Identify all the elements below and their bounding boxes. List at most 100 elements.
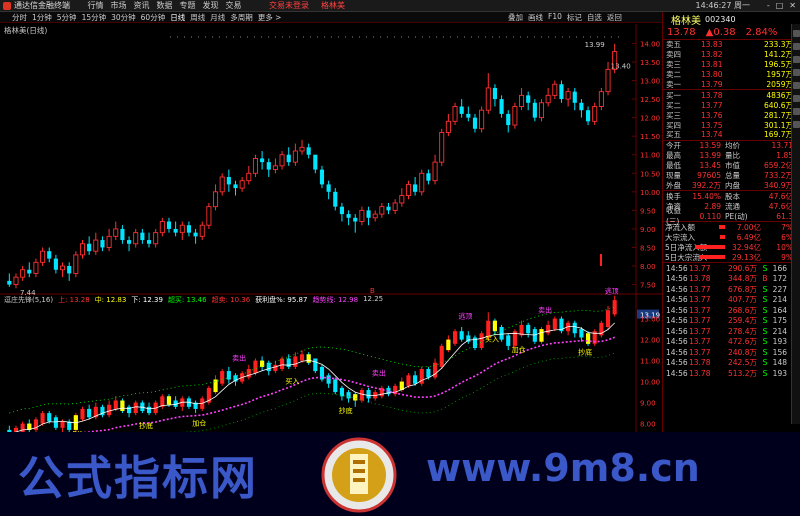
- period-tab[interactable]: 15分钟: [82, 12, 107, 23]
- ind-candle-body: [266, 362, 271, 372]
- candle-body: [179, 224, 185, 234]
- candle-body: [292, 150, 298, 163]
- side-button[interactable]: [792, 121, 800, 128]
- tick-side: S: [762, 368, 768, 378]
- tick-side: S: [762, 263, 768, 273]
- tick-price: 13.77: [689, 347, 711, 357]
- candle-body: [87, 243, 92, 252]
- menu-item-trade[interactable]: 交易: [222, 0, 245, 11]
- tick-row[interactable]: 14:56 13.77 472.6万 S 193: [663, 337, 800, 348]
- tick-row[interactable]: 14:56 13.77 268.6万 S 164: [663, 305, 800, 316]
- period-tab[interactable]: 30分钟: [111, 12, 136, 23]
- menu-item-market[interactable]: 市场: [107, 0, 130, 11]
- candle-body: [572, 91, 577, 103]
- tick-count: 148: [772, 358, 787, 368]
- period-tab[interactable]: 更多 >: [258, 12, 282, 23]
- flow-bar: [695, 245, 725, 250]
- indicator-item: 下: 12.39: [131, 296, 163, 304]
- period-tab[interactable]: 分时: [12, 12, 27, 23]
- maximize-icon[interactable]: □: [776, 1, 784, 10]
- period-tab[interactable]: 5分钟: [57, 12, 77, 23]
- candle-body: [452, 106, 458, 122]
- side-button[interactable]: [792, 56, 800, 63]
- clock: 14:46:27 周一: [695, 1, 750, 10]
- trade-login-notice[interactable]: 交易未登录: [269, 0, 309, 11]
- tick-price: 13.77: [689, 316, 711, 326]
- menu-item-quotes[interactable]: 行情: [84, 0, 107, 11]
- tick-list[interactable]: 14:56 13.77 290.6万 S 166 14:56 13.78 344.8万 B 172…: [663, 263, 800, 379]
- candle-body: [266, 162, 271, 170]
- side-button[interactable]: [792, 82, 800, 89]
- tick-price: 13.77: [689, 326, 711, 336]
- ind-candle-body: [87, 408, 92, 418]
- tick-volume: 344.8万: [728, 274, 757, 284]
- period-tab[interactable]: 60分钟: [141, 12, 166, 23]
- side-button[interactable]: [792, 69, 800, 76]
- candle-body: [439, 132, 445, 163]
- menu-item-topics[interactable]: 专题: [176, 0, 199, 11]
- tool-button[interactable]: 叠加: [508, 12, 523, 23]
- tick-row[interactable]: 14:56 13.77 407.7万 S 214: [663, 295, 800, 306]
- tick-row[interactable]: 14:56 13.78 513.2万 S 193: [663, 368, 800, 379]
- candle-body: [173, 228, 178, 233]
- side-button[interactable]: [792, 95, 800, 102]
- tick-side: S: [762, 358, 768, 368]
- main-menu: 行情 市场 资讯 数据 专题 发现 交易: [84, 0, 245, 11]
- candle-body: [199, 224, 205, 237]
- ind-candle-body: [113, 400, 118, 409]
- period-tab[interactable]: 1分钟: [32, 12, 52, 23]
- tick-row[interactable]: 14:56 13.77 259.4万 S 175: [663, 316, 800, 327]
- candle-body: [459, 106, 464, 114]
- side-button[interactable]: [792, 30, 800, 37]
- candle-body: [67, 266, 72, 274]
- bid-label: 买五: [666, 130, 681, 140]
- period-tab[interactable]: 周线: [190, 12, 205, 23]
- y-tick-label: 13.50: [640, 59, 660, 67]
- candle-body: [579, 102, 584, 111]
- tick-row[interactable]: 14:56 13.77 676.8万 S 227: [663, 284, 800, 295]
- candle-body: [93, 239, 99, 252]
- ind-candle-body: [226, 371, 231, 380]
- tool-button[interactable]: 返回: [607, 12, 622, 23]
- tool-button[interactable]: 标记: [567, 12, 582, 23]
- bid-row[interactable]: 买五 13.74 169.7万: [663, 130, 800, 140]
- menu-item-data[interactable]: 数据: [153, 0, 176, 11]
- indicator-name[interactable]: 逗庄先锋(5,16): [4, 295, 53, 305]
- tick-price: 13.78: [689, 358, 711, 368]
- menu-item-discover[interactable]: 发现: [199, 0, 222, 11]
- side-button[interactable]: [792, 43, 800, 50]
- candle-body: [260, 158, 265, 163]
- tick-row[interactable]: 14:56 13.78 344.8万 B 172: [663, 274, 800, 285]
- tool-button[interactable]: 画线: [528, 12, 543, 23]
- ind-candle-body: [499, 327, 504, 340]
- tick-volume: 513.2万: [728, 368, 757, 378]
- tick-row[interactable]: 14:56 13.77 278.4万 S 214: [663, 326, 800, 337]
- period-tab[interactable]: 月线: [210, 12, 225, 23]
- tick-row[interactable]: 14:56 13.77 240.8万 S 156: [663, 347, 800, 358]
- ind-highlight-bar: [353, 394, 358, 401]
- y-tick-label: 10.50: [640, 170, 660, 178]
- candle-body: [526, 95, 531, 103]
- period-tab[interactable]: 日线: [170, 12, 185, 23]
- tool-button[interactable]: F10: [548, 12, 562, 23]
- kline-chart[interactable]: 14.00 13.50 13.00 12.50 12.00 11.50 11.00 10.50…: [0, 24, 662, 432]
- tick-price: 13.77: [689, 284, 711, 294]
- menu-item-news[interactable]: 资讯: [130, 0, 153, 11]
- tool-button[interactable]: 自选: [587, 12, 602, 23]
- tick-row[interactable]: 14:56 13.77 290.6万 S 166: [663, 263, 800, 274]
- period-tab[interactable]: 多周期: [230, 12, 253, 23]
- stat-value: 13.99: [699, 151, 721, 161]
- side-button[interactable]: [792, 108, 800, 115]
- tick-row[interactable]: 14:56 13.78 242.5万 S 148: [663, 358, 800, 369]
- candle-body: [359, 209, 365, 222]
- indicator-y-tick: 13.00: [640, 316, 660, 324]
- candle-body: [313, 154, 318, 170]
- price-change: ▲0.38: [705, 27, 736, 38]
- candle-body: [106, 235, 112, 248]
- minimize-icon[interactable]: -: [767, 1, 770, 10]
- banner-url[interactable]: www.9m8.cn: [426, 446, 700, 490]
- signal-label: 卖出: [538, 305, 552, 314]
- close-icon[interactable]: ✕: [789, 1, 796, 10]
- ask-row[interactable]: 卖一 13.79 2059万: [663, 80, 800, 90]
- flow-row: 净流入额 7.00亿 7%: [663, 222, 800, 232]
